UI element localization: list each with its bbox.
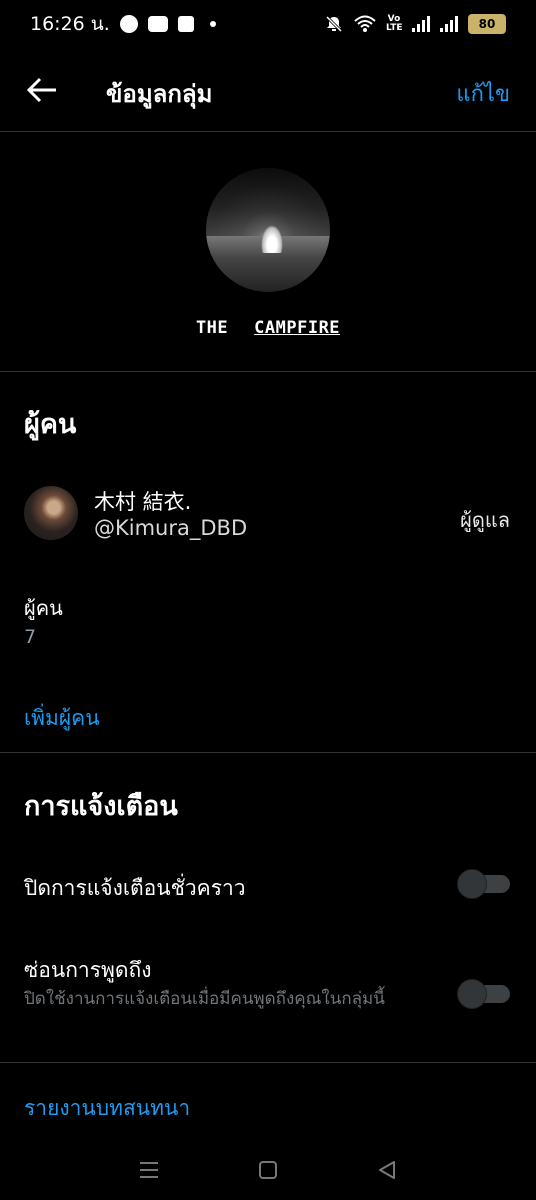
notifications-heading: การแจ้งเตือน <box>24 791 178 822</box>
toggle-knob <box>458 980 486 1008</box>
group-name-part2: CAMPFIRE <box>254 318 341 338</box>
hide-mentions-description: ปิดใช้งานการแจ้งเตือนเมื่อมีคนพูดถึงคุณใ… <box>24 989 385 1009</box>
recents-button[interactable] <box>129 1150 169 1190</box>
member-name: 木村 結衣. <box>94 490 192 514</box>
people-heading: ผู้คน <box>24 409 77 440</box>
battery-icon: 80 <box>468 14 506 34</box>
status-bar-left: 16:26 น. <box>30 9 216 39</box>
system-nav-bar <box>0 1140 536 1200</box>
divider <box>0 752 536 753</box>
mute-icon <box>325 15 343 33</box>
more-notifications-dot <box>209 21 216 27</box>
group-avatar[interactable] <box>206 168 330 292</box>
member-handle: @Kimura_DBD <box>94 516 248 540</box>
snooze-notifications-toggle[interactable] <box>458 870 510 898</box>
battery-level: 80 <box>478 17 496 31</box>
menu-lines-icon <box>140 1162 159 1178</box>
add-people-link[interactable]: เพิ่มผู้คน <box>24 702 100 735</box>
messenger-icon <box>119 15 138 33</box>
hide-mentions-toggle[interactable] <box>458 980 510 1008</box>
hide-mentions-label: ซ่อนการพูดถึง <box>24 958 152 982</box>
home-button[interactable] <box>248 1150 288 1190</box>
people-count-label: ผู้คน <box>24 596 63 620</box>
group-name: THE CAMPFIRE <box>0 318 536 338</box>
avatar-campfire <box>260 225 283 254</box>
avatar <box>24 486 78 540</box>
back-button[interactable] <box>367 1150 407 1190</box>
youtube-icon <box>147 16 168 32</box>
group-header: THE CAMPFIRE <box>0 132 536 372</box>
divider <box>0 1062 536 1063</box>
status-bar-right: Vo LTE 80 <box>324 14 506 34</box>
toggle-knob <box>458 870 486 898</box>
status-bar: 16:26 น. Vo LTE 80 <box>0 0 536 48</box>
report-conversation-link[interactable]: รายงานบทสนทนา <box>24 1092 190 1125</box>
volte-indicator: Vo LTE <box>386 14 403 33</box>
facebook-icon <box>177 16 194 32</box>
member-row[interactable]: 木村 結衣. @Kimura_DBD ผู้ดูแล <box>0 478 536 554</box>
back-arrow-icon[interactable] <box>26 76 58 104</box>
people-count-value: 7 <box>24 626 37 648</box>
edit-button[interactable]: แก้ไข <box>456 76 510 111</box>
signal-icon <box>412 16 430 32</box>
signal-icon-2 <box>440 16 458 32</box>
page-title: ข้อมูลกลุ่ม <box>106 80 213 108</box>
group-name-part1: THE <box>195 318 229 338</box>
member-role-badge: ผู้ดูแล <box>460 508 510 532</box>
top-app-bar: ข้อมูลกลุ่ม แก้ไข <box>0 48 536 132</box>
square-icon <box>258 1161 277 1179</box>
wifi-icon <box>354 15 376 32</box>
clock: 16:26 น. <box>30 13 110 35</box>
triangle-back-icon <box>378 1161 395 1179</box>
snooze-notifications-label: ปิดการแจ้งเตือนชั่วคราว <box>24 876 246 900</box>
